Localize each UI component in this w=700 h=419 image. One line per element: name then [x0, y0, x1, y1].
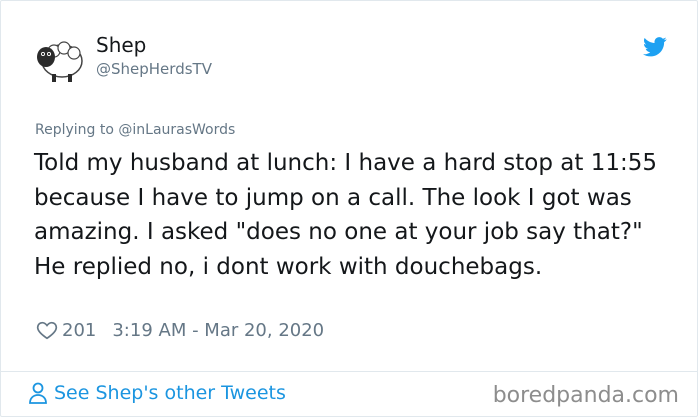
tweet-timestamp[interactable]: 3:19 AM - Mar 20, 2020	[112, 320, 324, 341]
tweet-card: Shep @ShepHerdsTV Replying to @inLaurasW…	[0, 0, 698, 417]
like-count[interactable]: 201	[62, 320, 96, 341]
replying-to-prefix: Replying to	[35, 122, 119, 138]
footer-divider	[1, 371, 697, 372]
see-other-tweets-label[interactable]: See Shep's other Tweets	[54, 382, 286, 404]
person-icon	[29, 382, 47, 404]
display-name[interactable]: Shep	[96, 33, 212, 57]
tweet-meta: 201 3:19 AM - Mar 20, 2020	[36, 319, 324, 341]
tweet-header: Shep @ShepHerdsTV	[32, 31, 212, 85]
boredpanda-watermark: boredpanda.com	[492, 383, 679, 408]
author-names: Shep @ShepHerdsTV	[96, 31, 212, 79]
replying-to: Replying to @inLaurasWords	[35, 121, 235, 139]
replying-to-handle[interactable]: @inLaurasWords	[118, 122, 235, 138]
see-other-tweets-link[interactable]: See Shep's other Tweets	[28, 382, 286, 404]
tweet-text: Told my husband at lunch: I have a hard …	[34, 150, 657, 280]
heart-icon[interactable]	[36, 319, 58, 341]
author-handle[interactable]: @ShepHerdsTV	[96, 59, 212, 79]
sheep-avatar[interactable]	[32, 31, 86, 85]
twitter-bird-icon[interactable]	[643, 36, 667, 58]
